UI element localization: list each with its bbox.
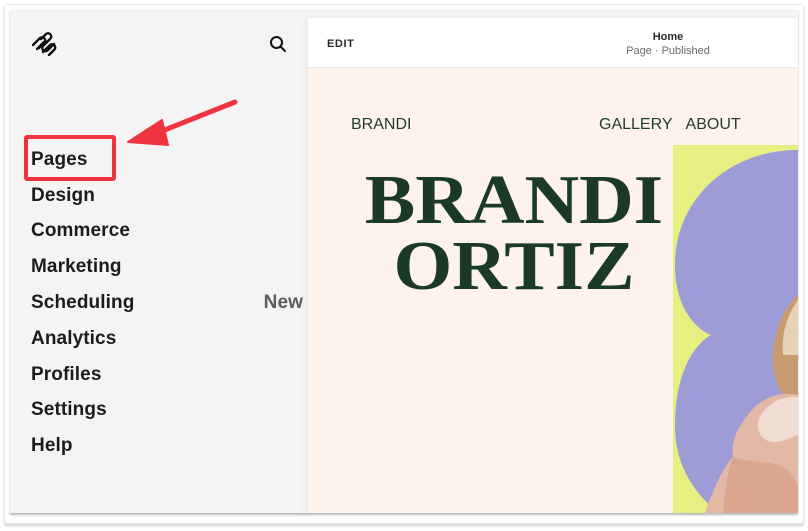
edit-button[interactable]: EDIT (327, 38, 354, 50)
sidebar-item-analytics[interactable]: Analytics (31, 321, 291, 357)
page-preview: EDIT Home Page · Published BRANDI GALLER… (308, 18, 798, 513)
squarespace-editor: Pages Design Commerce Marketing Scheduli… (10, 9, 798, 513)
site-nav-gallery[interactable]: GALLERY (599, 116, 673, 134)
hero-image (673, 145, 798, 513)
editor-topbar: EDIT Home Page · Published (308, 18, 798, 68)
sidebar: Pages Design Commerce Marketing Scheduli… (10, 9, 308, 513)
page-status: Page · Published (626, 45, 710, 57)
sidebar-item-label: Analytics (31, 327, 117, 349)
sidebar-item-profiles[interactable]: Profiles (31, 357, 291, 393)
sidebar-item-help[interactable]: Help (31, 428, 291, 464)
sidebar-item-label: Settings (31, 399, 107, 421)
sidebar-item-scheduling[interactable]: Scheduling New (31, 285, 303, 321)
sidebar-item-label: Help (31, 435, 73, 457)
site-nav: GALLERY ABOUT (599, 116, 741, 134)
new-badge: New (263, 292, 303, 314)
sidebar-item-label: Profiles (31, 363, 102, 385)
site-nav-about[interactable]: ABOUT (686, 116, 741, 134)
hero-title-line: ORTIZ (393, 228, 635, 305)
sidebar-item-commerce[interactable]: Commerce (31, 214, 291, 250)
sidebar-item-label: Commerce (31, 220, 131, 242)
sidebar-item-settings[interactable]: Settings (31, 393, 291, 429)
sidebar-item-pages[interactable]: Pages (31, 142, 291, 178)
sidebar-item-label: Marketing (31, 256, 122, 278)
page-title: Home (652, 31, 684, 43)
hero-title: BRANDI ORTIZ (352, 162, 676, 305)
sidebar-item-marketing[interactable]: Marketing (31, 249, 291, 285)
sidebar-item-label: Scheduling (31, 292, 135, 314)
hero-title-line: BRANDI (364, 162, 664, 239)
site-brand-link[interactable]: BRANDI (351, 116, 411, 134)
sidebar-nav: Pages Design Commerce Marketing Scheduli… (31, 142, 303, 464)
page-info: Home Page · Published (608, 30, 728, 58)
search-icon[interactable] (268, 34, 288, 54)
squarespace-logo-icon[interactable] (30, 32, 58, 57)
sidebar-item-label: Pages (31, 148, 88, 170)
sidebar-item-design[interactable]: Design (31, 178, 291, 214)
sidebar-item-label: Design (31, 184, 95, 206)
